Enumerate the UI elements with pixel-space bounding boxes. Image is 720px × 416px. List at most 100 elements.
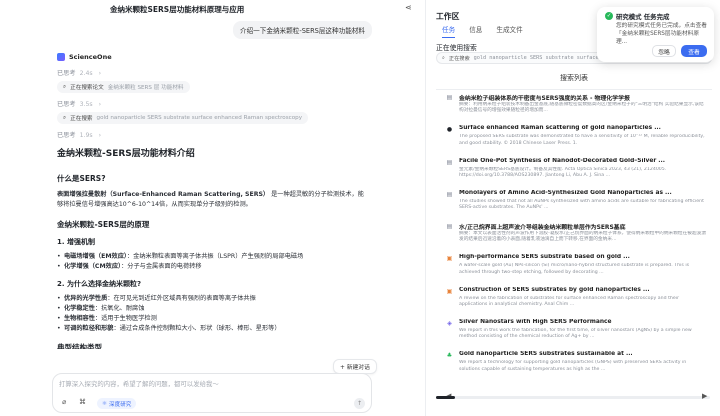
thinking-time: 3.5s xyxy=(79,101,93,108)
using-search-label: 正在使用搜索 xyxy=(436,44,477,52)
result-title[interactable]: Monolayers of Amino Acid-Synthesized Gol… xyxy=(459,190,707,196)
result-snippet: We report a technology for supporting go… xyxy=(459,360,687,372)
result-title[interactable]: High-performance SERS substrate based on… xyxy=(459,254,707,260)
source-icon: ▤ xyxy=(446,158,453,166)
new-chat-label: 新建对话 xyxy=(346,365,370,371)
tab-generated-files[interactable]: 生成文件 xyxy=(496,24,522,38)
search-result-item[interactable]: ▤ 水/正己烷界面上超声波介导组装金纳米颗粒单层作为SERS基底 摘要：本文以表面活… xyxy=(446,221,708,253)
item-key: 优异的光学性质 xyxy=(64,295,108,302)
result-title[interactable]: Silver Nanostars with High SERS Performa… xyxy=(459,319,707,325)
item-value: ：适用于生物医学检测 xyxy=(94,315,157,322)
answer-content: 金纳米颗粒-SERS层功能材料介绍 什么是SERS? 表面增强拉曼散射（Surf… xyxy=(57,146,367,355)
item-value: ：通过合成条件控制颗粒大小、形状（球形、棒形、星形等） xyxy=(113,325,281,332)
task-complete-toast[interactable]: ✓ 研究模式 任务完成 您的研究模式任务已完成，点击查看「金纳米颗粒SERS层功… xyxy=(597,7,714,62)
search-result-item[interactable]: ▤ 金纳米粒子组装体系的干密度与SERS强度的关系 - 物理化学学报 摘要：利用纳米… xyxy=(446,92,708,124)
search-icon: ⌕ xyxy=(63,83,67,90)
chip-label: 正在搜索 xyxy=(70,116,93,122)
thinking-status-1[interactable]: 已思考 2.4s › xyxy=(57,68,101,77)
source-icon: ♣ xyxy=(446,352,453,360)
check-circle-icon: ✓ xyxy=(605,12,613,20)
result-snippet: The studies showed that not all AuNPs sy… xyxy=(459,198,704,211)
command-icon[interactable]: ⌘ xyxy=(79,398,86,406)
send-button[interactable]: ↑ xyxy=(354,398,365,409)
result-snippet: A review on the fabrication of substrate… xyxy=(459,295,680,307)
search-icon: ⌕ xyxy=(63,114,67,121)
search-result-item[interactable]: ▤ Facile One-Pot Synthesis of Nanodot-Dec… xyxy=(446,157,708,189)
result-snippet: 金元素/金纳米颗粒SERS基底设计。制备及其性能. Acta Optica Si… xyxy=(459,166,667,178)
source-icon: ● xyxy=(446,126,453,134)
deep-research-label: 深度研究 xyxy=(109,401,132,408)
result-title[interactable]: Construction of SERS substrates by gold … xyxy=(459,287,707,293)
search-papers-chip[interactable]: ⌕ 正在搜索论文 金纳米颗粒 SERS 层 功能材料 xyxy=(57,81,190,93)
search-result-item[interactable]: ● Surface enhanced Raman scattering of go… xyxy=(446,124,708,156)
deep-research-button[interactable]: ⚛ 深度研究 xyxy=(97,398,137,409)
subsection-title: 2. 为什么选择金纳米颗粒? xyxy=(57,280,142,288)
item-key: 化学稳定性 xyxy=(64,305,95,312)
section-title: 金纳米颗粒-SERS层的原理 xyxy=(57,220,150,229)
web-search-chip[interactable]: ⌕ 正在搜索 gold nanoparticle SERS substrate … xyxy=(57,112,309,124)
source-icon: ▣ xyxy=(446,255,453,263)
progress-thumb[interactable] xyxy=(436,396,455,399)
result-title[interactable]: Gold nanoparticle SERS substrates sustai… xyxy=(459,351,707,357)
list-item: 优异的光学性质：在可见光到近红外区域具有强烈的表面等离子体共振 xyxy=(57,294,367,304)
atom-icon: ⚛ xyxy=(102,400,108,407)
tab-tasks[interactable]: 任务 xyxy=(442,24,456,38)
progress-track[interactable] xyxy=(436,396,710,399)
source-icon: ▤ xyxy=(446,190,453,198)
section-title: 典型结构类型 xyxy=(57,343,102,349)
source-icon: ▤ xyxy=(446,223,453,231)
workspace-title: 工作区 xyxy=(436,12,460,21)
app-window: 金纳米颗粒SERS层功能材料原理与应用 ⋖ 介绍一下金纳米颗粒-SERS层这种功… xyxy=(0,0,720,416)
view-button[interactable]: 查看 xyxy=(681,45,707,57)
search-result-item[interactable]: ♣ Gold nanoparticle SERS substrates susta… xyxy=(446,350,708,382)
result-title[interactable]: 金纳米粒子组装体系的干密度与SERS强度的关系 - 物理化学学报 xyxy=(459,93,707,102)
search-result-item[interactable]: ▤ Monolayers of Amino Acid-Synthesized Go… xyxy=(446,189,708,221)
chip-label: 正在搜索论文 xyxy=(70,85,104,91)
chat-input[interactable] xyxy=(59,380,359,388)
bullet-list: 电磁场增强（EM效应）：金纳米颗粒表面等离子体共振（LSPR）产生强烈的局部电磁… xyxy=(57,252,367,272)
search-list-title: 搜索列表 xyxy=(436,73,712,90)
search-result-item[interactable]: ◈ Silver Nanostars with High SERS Perform… xyxy=(446,318,708,350)
search-result-item[interactable]: ▣ Construction of SERS substrates by gold… xyxy=(446,286,708,318)
toast-title: 研究模式 任务完成 xyxy=(616,13,670,21)
brand-name: ScienceOne xyxy=(69,53,112,61)
list-item: 化学稳定性：抗氧化、耐腐蚀 xyxy=(57,304,367,314)
item-key: 生物相容性 xyxy=(64,315,95,322)
brand-logo-icon xyxy=(57,53,65,61)
chat-pane: 金纳米颗粒SERS层功能材料原理与应用 ⋖ 介绍一下金纳米颗粒-SERS层这种功… xyxy=(0,0,420,416)
chat-input-box: ⌀ ⌘ ⚛深度研究 ↑ xyxy=(52,373,372,413)
next-step-icon[interactable]: ▶ xyxy=(702,392,707,400)
chip-query: 金纳米颗粒 SERS 层 功能材料 xyxy=(107,85,184,91)
new-chat-button[interactable]: + 新建对话 xyxy=(333,359,377,374)
thinking-status-3[interactable]: 已思考 1.9s › xyxy=(57,130,101,139)
chip-query: gold nanoparticle SERS substrate surface… xyxy=(96,115,303,121)
result-snippet: The proposed SERS substrate was demonstr… xyxy=(459,134,705,146)
workspace-pane: 工作区 任务 信息 生成文件 正在使用搜索 ⌕ 正在搜索 gold nanopa… xyxy=(426,0,720,416)
thinking-status-2[interactable]: 已思考 3.5s › xyxy=(57,99,101,108)
item-value: ：抗氧化、耐腐蚀 xyxy=(94,305,145,312)
source-icon: ◈ xyxy=(447,320,452,328)
source-icon: ▣ xyxy=(446,287,453,295)
result-title[interactable]: Facile One-Pot Synthesis of Nanodot-Deco… xyxy=(459,158,707,164)
share-icon[interactable]: ⋖ xyxy=(405,3,412,12)
search-results-list: ▤ 金纳米粒子组装体系的干密度与SERS强度的关系 - 物理化学学报 摘要：利用纳米… xyxy=(446,92,708,383)
search-icon: ⌕ xyxy=(442,54,445,61)
paperclip-icon[interactable]: ⌀ xyxy=(62,398,66,406)
search-result-item[interactable]: ▣ High-performance SERS substrate based o… xyxy=(446,253,708,285)
list-item: 可调的粒径和形貌：通过合成条件控制颗粒大小、形状（球形、棒形、星形等） xyxy=(57,324,367,334)
item-key: 化学增强（CM效应） xyxy=(64,263,122,270)
result-snippet: We report in this work the fabrication, … xyxy=(459,328,692,340)
result-title[interactable]: 水/正己烷界面上超声波介导组装金纳米颗粒单层作为SERS基底 xyxy=(459,222,707,231)
chevron-down-icon: › xyxy=(98,132,102,139)
item-key: 可调的粒径和形貌 xyxy=(64,325,114,332)
answer-heading: 金纳米颗粒-SERS层功能材料介绍 xyxy=(57,149,195,159)
source-icon: ▤ xyxy=(446,94,453,101)
chevron-down-icon: › xyxy=(98,70,102,77)
tab-info[interactable]: 信息 xyxy=(469,24,482,38)
item-key: 电磁场增强（EM效应） xyxy=(64,253,127,260)
thinking-label: 已思考 xyxy=(57,132,76,139)
ignore-button[interactable]: 忽略 xyxy=(652,45,676,57)
assistant-brand: ScienceOne xyxy=(57,53,112,61)
item-value: ：在可见光到近红外区域具有强烈的表面等离子体共振 xyxy=(107,295,256,302)
result-title[interactable]: Surface enhanced Raman scattering of gol… xyxy=(459,125,707,131)
